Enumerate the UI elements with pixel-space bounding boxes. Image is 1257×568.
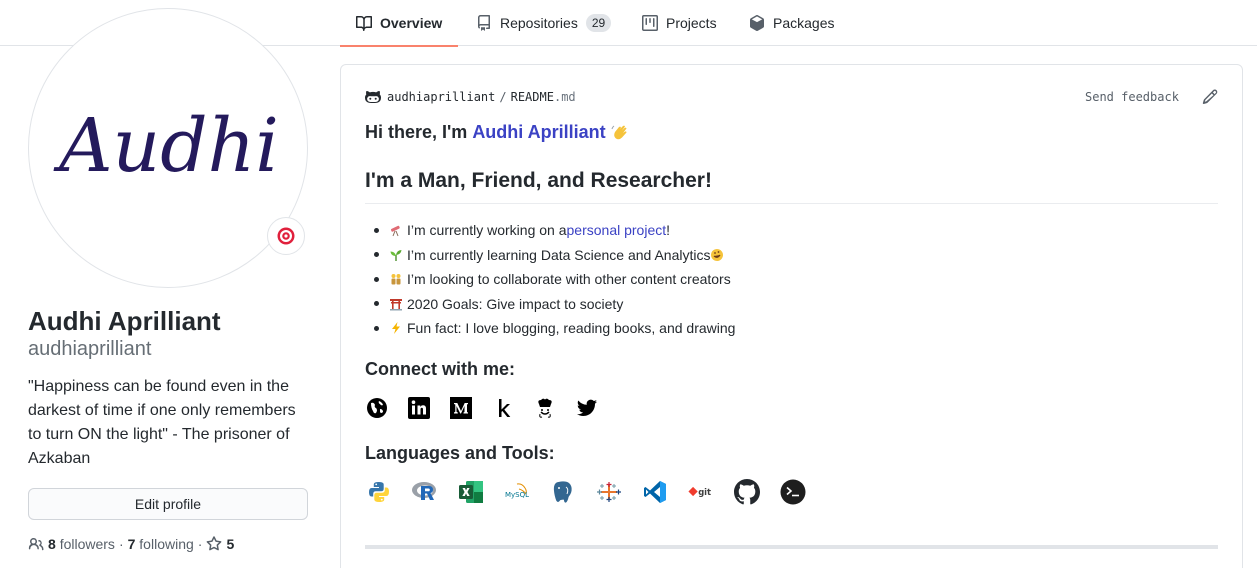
fact-text: Fun fact: I love blogging, reading books… (407, 320, 736, 336)
list-item: 2020 Goals: Give impact to society (365, 292, 735, 317)
fact-text: I’m currently working on a (407, 222, 567, 238)
mysql-icon[interactable]: MySQL (503, 478, 531, 506)
medium-icon[interactable] (449, 396, 473, 420)
python-icon[interactable] (365, 478, 393, 506)
fact-text: 2020 Goals: Give impact to society (407, 295, 624, 312)
following-count: 7 (127, 536, 136, 552)
edit-profile-button[interactable]: Edit profile (28, 488, 308, 520)
following-label: following (139, 536, 194, 552)
profile-bio: "Happiness can be found even in the dark… (28, 378, 296, 467)
readme-heading: I'm a Man, Friend, and Researcher! (365, 169, 1218, 204)
bullet (374, 252, 379, 258)
separator-dot: · (118, 536, 124, 552)
wave-icon (611, 125, 627, 139)
profile-fullname: Audhi Aprilliant (28, 306, 221, 336)
readme-divider (365, 545, 1218, 549)
tab-projects[interactable]: Projects (642, 0, 717, 46)
bullet (374, 276, 379, 282)
repo-icon (478, 15, 490, 31)
greeting-prefix: Hi there, I'm (365, 122, 468, 142)
svg-text:MySQL: MySQL (505, 491, 529, 499)
followers-count: 8 (48, 536, 56, 552)
readme-path: audhiaprilliant / README .md (365, 89, 576, 105)
seedling-icon (390, 249, 402, 261)
zap-icon (392, 322, 400, 335)
tab-label: Overview (380, 15, 443, 31)
chef-icon[interactable] (533, 396, 557, 420)
tab-label: Repositories (500, 15, 578, 31)
tools-icons: MySQL git (365, 478, 825, 506)
readme-filename[interactable]: README (511, 90, 554, 104)
vscode-icon[interactable] (641, 478, 669, 506)
stars-link[interactable]: 5 (206, 536, 234, 552)
package-icon (749, 15, 764, 31)
send-feedback-link[interactable]: Send feedback (1085, 90, 1179, 104)
terminal-icon[interactable] (779, 478, 807, 506)
svg-text:git: git (698, 487, 711, 497)
connect-heading: Connect with me: (365, 359, 516, 379)
separator-dot: · (197, 536, 203, 552)
list-item: I’m looking to collaborate with other co… (365, 267, 735, 292)
github-icon[interactable] (733, 478, 761, 506)
pencil-icon[interactable] (1202, 89, 1218, 105)
people-icon (391, 274, 401, 285)
bullet (374, 325, 379, 331)
bullet (374, 301, 379, 307)
torii-icon (390, 298, 402, 311)
readme-card: audhiaprilliant / README .md Send feedbac… (340, 64, 1243, 568)
fact-suffix: ! (666, 222, 671, 238)
status-emoji-button[interactable] (267, 217, 305, 255)
repo-count-badge: 29 (585, 14, 612, 32)
readme-greeting: Hi there, I'm Audhi Aprilliant (365, 122, 630, 143)
globe-icon[interactable] (365, 396, 389, 420)
readme-extension: .md (553, 90, 576, 104)
following-link[interactable]: 7 following (128, 536, 194, 552)
fact-text: I’m currently learning Data Science and … (407, 246, 711, 263)
personal-project-link[interactable]: personal project (567, 218, 667, 243)
tab-overview[interactable]: Overview (340, 0, 459, 47)
star-icon (207, 536, 222, 551)
octocat-icon (365, 91, 381, 103)
profile-username: audhiaprilliant (28, 338, 152, 360)
tab-label: Packages (773, 15, 835, 31)
list-item: I’m currently working on a personal proj… (365, 218, 735, 243)
people-outline-icon (28, 538, 44, 551)
rofl-icon (711, 248, 724, 261)
avatar-text: Audhi (53, 103, 279, 189)
tab-label: Projects (666, 15, 717, 31)
bullet (374, 227, 379, 233)
fact-text: I’m looking to collaborate with other co… (407, 271, 731, 287)
tab-packages[interactable]: Packages (749, 0, 834, 46)
follow-stats: 8 followers · 7 following · 5 (28, 536, 234, 552)
readme-owner-link[interactable]: audhiaprilliant (387, 90, 495, 104)
telescope-icon (390, 226, 400, 237)
greeting-name-link[interactable]: Audhi Aprilliant (472, 122, 605, 143)
stars-count: 5 (226, 536, 235, 552)
twitter-icon[interactable] (575, 396, 599, 420)
linkedin-icon[interactable] (407, 396, 431, 420)
avatar[interactable]: Audhi (28, 8, 308, 288)
target-icon (277, 227, 295, 245)
kaggle-icon[interactable] (491, 396, 515, 420)
tools-heading: Languages and Tools: (365, 443, 555, 463)
list-item: I’m currently learning Data Science and … (365, 243, 735, 268)
project-icon (642, 15, 658, 31)
tab-repositories[interactable]: Repositories 29 (476, 0, 612, 46)
path-separator: / (499, 90, 507, 104)
followers-link[interactable]: 8 followers (28, 536, 115, 552)
tableau-icon[interactable] (595, 478, 623, 506)
about-list: I’m currently working on a personal proj… (365, 218, 735, 341)
followers-label: followers (59, 536, 115, 552)
postgresql-icon[interactable] (549, 478, 577, 506)
git-icon[interactable]: git (687, 478, 715, 506)
list-item: Fun fact: I love blogging, reading books… (365, 316, 735, 341)
book-icon (356, 15, 372, 31)
social-links (365, 396, 617, 420)
excel-icon[interactable] (457, 478, 485, 506)
r-icon[interactable] (411, 478, 439, 506)
avatar-script-logo: Audhi (53, 103, 279, 189)
